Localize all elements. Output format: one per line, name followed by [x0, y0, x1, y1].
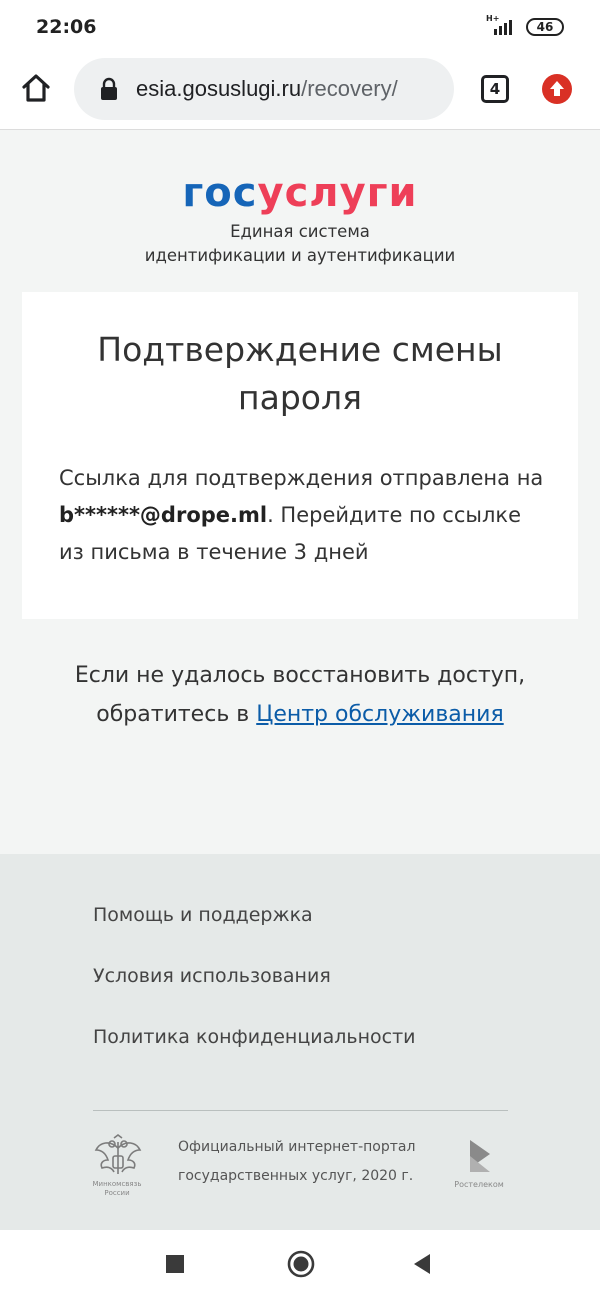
lock-icon — [101, 77, 117, 100]
emblem-caption-line-2: России — [104, 1189, 130, 1197]
back-button[interactable] — [412, 1253, 432, 1275]
site-tagline: Единая система идентификации и аутентифи… — [0, 220, 600, 268]
url-text: esia.gosuslugi.ru/recovery/ — [136, 76, 398, 102]
logo-part-uslugi: услуги — [257, 170, 418, 216]
emblem-caption: Минкомсвязь России — [84, 1180, 150, 1198]
masked-email: b******@drope.ml — [59, 503, 268, 527]
battery-icon: 46 — [526, 18, 564, 36]
confirmation-card: Подтверждение смены пароля Ссылка для по… — [22, 292, 578, 619]
footer-divider — [93, 1110, 508, 1111]
update-icon[interactable] — [542, 74, 572, 104]
footer-link-privacy[interactable]: Политика конфиденциальности — [93, 1026, 416, 1048]
home-icon[interactable] — [18, 70, 54, 106]
recent-apps-button[interactable] — [166, 1255, 184, 1273]
rostelecom-logo-icon[interactable] — [466, 1136, 494, 1176]
tagline-line-2: идентификации и аутентификации — [144, 246, 456, 265]
logo-part-gos: гос — [182, 170, 258, 216]
help-prefix: обратитесь в — [96, 702, 257, 727]
message-prefix: Ссылка для подтверждения отправлена на — [59, 466, 544, 490]
service-center-link[interactable]: Центр обслуживания — [256, 702, 503, 727]
status-time: 22:06 — [36, 16, 97, 38]
system-nav-bar — [0, 1230, 600, 1299]
tagline-line-1: Единая система — [230, 222, 370, 241]
page-title: Подтверждение смены пароля — [97, 330, 503, 417]
address-bar[interactable]: esia.gosuslugi.ru/recovery/ — [74, 58, 454, 120]
portal-note-line-1: Официальный интернет-портал — [178, 1139, 416, 1155]
home-button[interactable] — [287, 1250, 315, 1278]
help-line-2: обратитесь в Центр обслуживания — [0, 695, 600, 734]
battery-level: 46 — [536, 20, 554, 34]
tabs-count-button[interactable]: 4 — [481, 75, 509, 103]
url-host: esia.gosuslugi.ru — [136, 76, 302, 101]
footer: Помощь и поддержка Условия использования… — [0, 854, 600, 1230]
help-line-1: Если не удалось восстановить доступ, — [74, 663, 526, 688]
rostelecom-caption: Ростелеком — [454, 1180, 504, 1189]
help-text: Если не удалось восстановить доступ, обр… — [0, 656, 600, 734]
browser-toolbar: esia.gosuslugi.ru/recovery/ 4 — [0, 54, 600, 130]
confirmation-message: Ссылка для подтверждения отправлена на b… — [59, 460, 549, 571]
portal-note-line-2: государственных услуг, 2020 г. — [178, 1168, 414, 1184]
url-path: /recovery/ — [301, 76, 398, 101]
gosuslugi-logo[interactable]: госуслуги — [0, 170, 600, 216]
footer-link-help[interactable]: Помощь и поддержка — [93, 904, 313, 926]
status-bar: 22:06 H+ 46 — [0, 0, 600, 54]
emblem-caption-line-1: Минкомсвязь — [92, 1180, 142, 1188]
signal-icon: H+ — [486, 14, 520, 38]
footer-link-terms[interactable]: Условия использования — [93, 965, 331, 987]
portal-note: Официальный интернет-портал государствен… — [178, 1133, 428, 1191]
